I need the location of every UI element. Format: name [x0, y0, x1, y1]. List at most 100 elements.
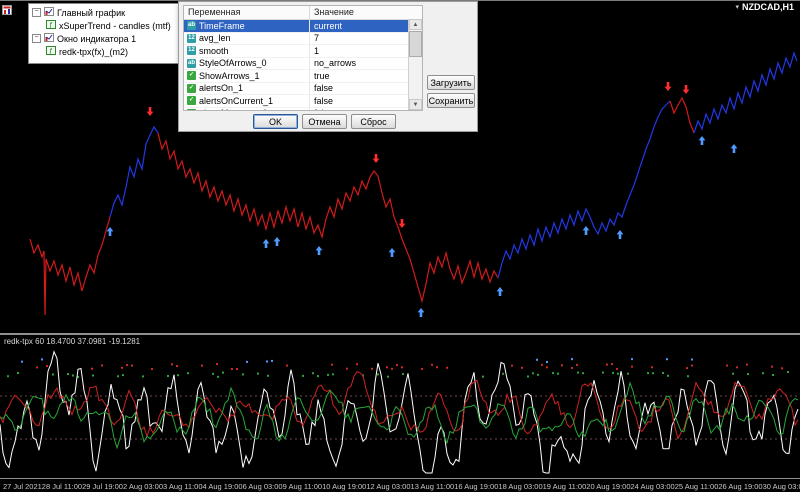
signal-dot-red: [446, 367, 448, 369]
cancel-button[interactable]: Отмена: [302, 114, 347, 129]
parameter-row[interactable]: ✓alertsMessage_1false: [184, 108, 422, 112]
signal-arrow-down: [147, 107, 154, 116]
signal-arrow-down: [373, 154, 380, 163]
signal-arrow-up: [316, 246, 323, 255]
parameter-row[interactable]: abTimeFramecurrent: [184, 20, 422, 33]
signal-dot-blue: [631, 358, 633, 360]
navigator-item-label: Окно индикатора 1: [57, 34, 136, 44]
signal-dot-blue: [41, 358, 43, 360]
signal-dot-red: [46, 365, 48, 367]
svg-text:ƒ: ƒ: [49, 48, 53, 55]
tree-expand-icon[interactable]: −: [32, 34, 41, 43]
price-segment-down: [670, 98, 694, 133]
parameter-name: smooth: [199, 46, 229, 56]
parameter-value-cell[interactable]: current: [310, 20, 422, 32]
scrollbar-thumb[interactable]: [409, 31, 422, 57]
signal-dot-red: [121, 367, 123, 369]
mt4-chart-window: ▾ NZDCAD,H1 −Главный графикƒxSuperTrend …: [0, 0, 800, 492]
time-axis-label: 20 Aug 19:00: [586, 482, 630, 491]
parameter-value-cell[interactable]: true: [310, 70, 422, 82]
time-axis-label: 25 Aug 11:00: [675, 482, 719, 491]
parameter-value-cell[interactable]: false: [310, 95, 422, 107]
parameter-value: current: [314, 21, 342, 31]
navigator-tree: −Главный графикƒxSuperTrend - candles (m…: [29, 6, 181, 58]
price-segment-up: [694, 53, 797, 133]
navigator-item[interactable]: ƒredk-tpx(fx)_(m2): [29, 45, 181, 58]
time-axis-label: 26 Aug 19:00: [718, 482, 762, 491]
time-axis-label: 3 Aug 11:00: [163, 482, 202, 491]
parameter-row[interactable]: abStyleOfArrows_0 no_arrows: [184, 58, 422, 71]
reset-button[interactable]: Сброс: [351, 114, 396, 129]
parameter-type-icon: ✓: [187, 96, 196, 105]
signal-dot-green: [387, 376, 389, 378]
parameter-row[interactable]: ✓ShowArrows_1true: [184, 70, 422, 83]
parameter-row[interactable]: ✓alertsOnCurrent_1false: [184, 95, 422, 108]
parameter-value-cell[interactable]: 7: [310, 33, 422, 45]
signal-dot-red: [511, 365, 513, 367]
parameter-type-icon: 12: [187, 46, 196, 55]
panel-divider[interactable]: [0, 333, 800, 335]
time-axis-label: 9 Aug 11:00: [283, 482, 322, 491]
indicator-fx-icon: ƒ: [46, 46, 56, 57]
indicator-panel[interactable]: redk-tpx 60 18.4700 37.0981 -19.1281: [0, 335, 800, 478]
signal-dot-green: [602, 372, 604, 374]
signal-dot-red: [576, 364, 578, 366]
signal-dot-green: [747, 373, 749, 375]
signal-dot-red: [736, 366, 738, 368]
navigator-item[interactable]: −Главный график: [29, 6, 181, 19]
signal-arrow-up: [418, 308, 425, 317]
tree-expand-icon[interactable]: −: [32, 8, 41, 17]
parameter-name: alertsOn_1: [199, 83, 243, 93]
parameter-type-icon: ✓: [187, 84, 196, 93]
scrollbar-up-button[interactable]: ▲: [409, 19, 422, 30]
parameter-value-cell[interactable]: 1: [310, 45, 422, 57]
signal-dot-red: [561, 364, 563, 366]
parameter-row[interactable]: 12smooth 1: [184, 45, 422, 58]
signal-dot-red: [176, 365, 178, 367]
signal-dot-green: [212, 373, 214, 375]
signal-dot-red: [126, 364, 128, 366]
signal-dot-green: [332, 373, 334, 375]
signal-dot-green: [557, 373, 559, 375]
table-scrollbar[interactable]: ▲ ▼: [408, 19, 422, 110]
navigator-item[interactable]: − Окно индикатора 1: [29, 32, 181, 45]
parameter-row[interactable]: ✓alertsOn_1 false: [184, 83, 422, 96]
parameter-value-cell[interactable]: false: [310, 108, 422, 112]
signal-dot-green: [537, 374, 539, 376]
signal-dot-red: [611, 363, 613, 365]
signal-dot-green: [117, 375, 119, 377]
ok-button[interactable]: OK: [253, 114, 298, 129]
signal-dot-red: [236, 368, 238, 370]
signal-arrow-down: [399, 219, 406, 228]
signal-dot-green: [222, 372, 224, 374]
parameter-value: false: [314, 83, 333, 93]
signal-arrow-down: [665, 82, 672, 91]
save-button[interactable]: Сохранить: [427, 93, 475, 108]
signal-dot-blue: [546, 361, 548, 363]
oscillator-chart: [0, 335, 800, 478]
signal-arrow-down: [683, 85, 690, 94]
load-button[interactable]: Загрузить: [427, 75, 475, 90]
time-axis-label: 24 Aug 03:00: [631, 482, 675, 491]
parameter-type-icon: ab: [187, 59, 196, 68]
time-axis-label: 10 Aug 19:00: [322, 482, 366, 491]
parameter-value: no_arrows: [314, 58, 356, 68]
signal-dot-green: [627, 373, 629, 375]
signal-arrow-up: [389, 248, 396, 257]
signal-dot-red: [396, 364, 398, 366]
time-axis-label: 12 Aug 03:00: [366, 482, 410, 491]
parameter-value-cell[interactable]: false: [310, 83, 422, 95]
signal-dot-blue: [266, 361, 268, 363]
signal-dot-red: [521, 367, 523, 369]
parameter-value: 1: [314, 46, 319, 56]
time-axis-label: 18 Aug 03:00: [498, 482, 542, 491]
parameter-row[interactable]: 12avg_len7: [184, 33, 422, 46]
navigator-item[interactable]: ƒxSuperTrend - candles (mtf): [29, 19, 181, 32]
navigator-item-label: xSuperTrend - candles (mtf): [59, 21, 171, 31]
signal-dot-blue: [666, 358, 668, 360]
scrollbar-down-button[interactable]: ▼: [409, 99, 422, 110]
parameter-value-cell[interactable]: no_arrows: [310, 58, 422, 70]
signal-dot-green: [652, 372, 654, 374]
signal-dot-red: [631, 366, 633, 368]
parameter-name: StyleOfArrows_0: [199, 58, 267, 68]
